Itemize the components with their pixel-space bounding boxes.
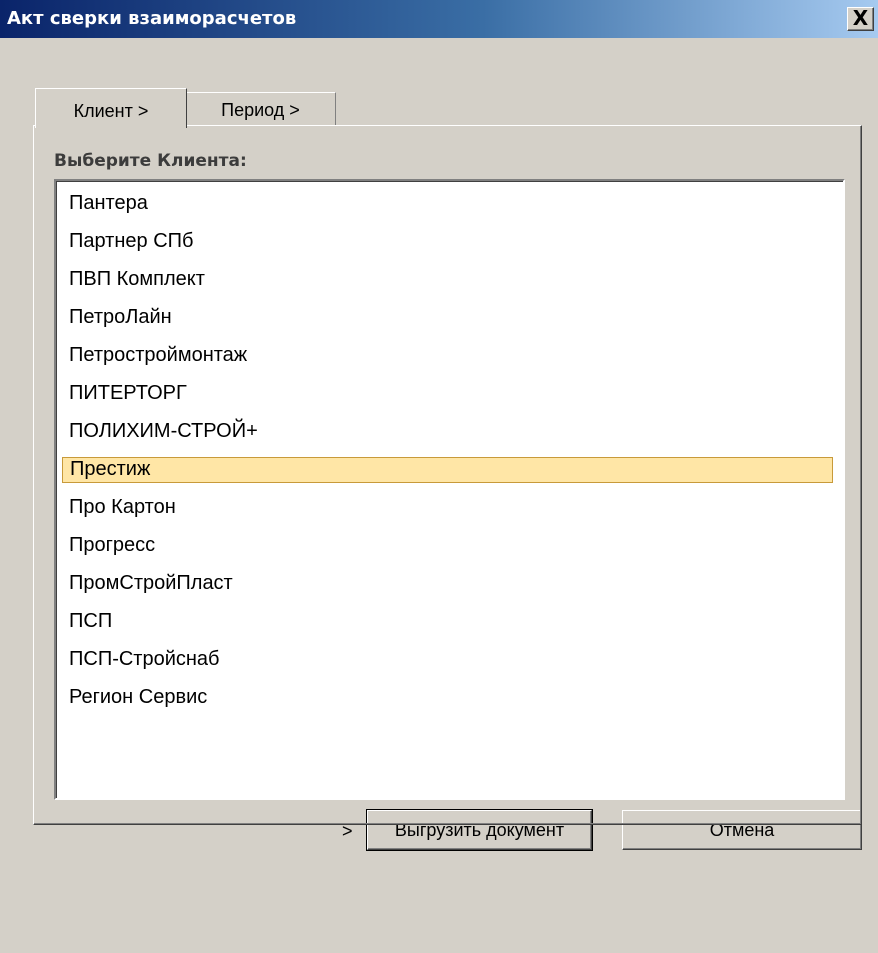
client-list-item[interactable]: ПетроЛайн [62,305,833,331]
client-list-item[interactable]: Партнер СПб [62,229,833,255]
client-list-item[interactable]: Регион Сервис [62,685,833,711]
client-list-item[interactable]: Петростроймонтаж [62,343,833,369]
tab-period[interactable]: Период > [186,92,336,126]
client-list-label: Выберите Клиента: [54,151,247,171]
dialog-window: Акт сверки взаиморасчетов X Клиент > Пер… [0,0,878,953]
client-list-item[interactable]: ПВП Комплект [62,267,833,293]
tab-client-label: Клиент > [73,101,149,121]
client-list-item[interactable]: ПИТЕРТОРГ [62,381,833,407]
client-list-item[interactable]: Пантера [62,191,833,217]
tab-client[interactable]: Клиент > [35,88,187,128]
client-listbox[interactable]: Пантера Партнер СПб ПВП Комплект ПетроЛа… [54,179,845,800]
client-list-item[interactable]: Престиж [62,457,833,483]
client-list-item[interactable]: ПСП-Стройснаб [62,647,833,673]
window-title: Акт сверки взаиморасчетов [7,8,297,29]
client-list-item[interactable]: Прогресс [62,533,833,559]
client-list-item[interactable]: ПСП [62,609,833,635]
close-icon: X [852,6,869,30]
tab-period-label: Период > [221,100,300,120]
client-list-item[interactable]: Про Картон [62,495,833,521]
client-list-item[interactable]: ПОЛИХИМ-СТРОЙ+ [62,419,833,445]
title-bar[interactable]: Акт сверки взаиморасчетов X [0,0,878,38]
close-button[interactable]: X [847,7,874,31]
client-list-item[interactable]: ПромСтройПласт [62,571,833,597]
